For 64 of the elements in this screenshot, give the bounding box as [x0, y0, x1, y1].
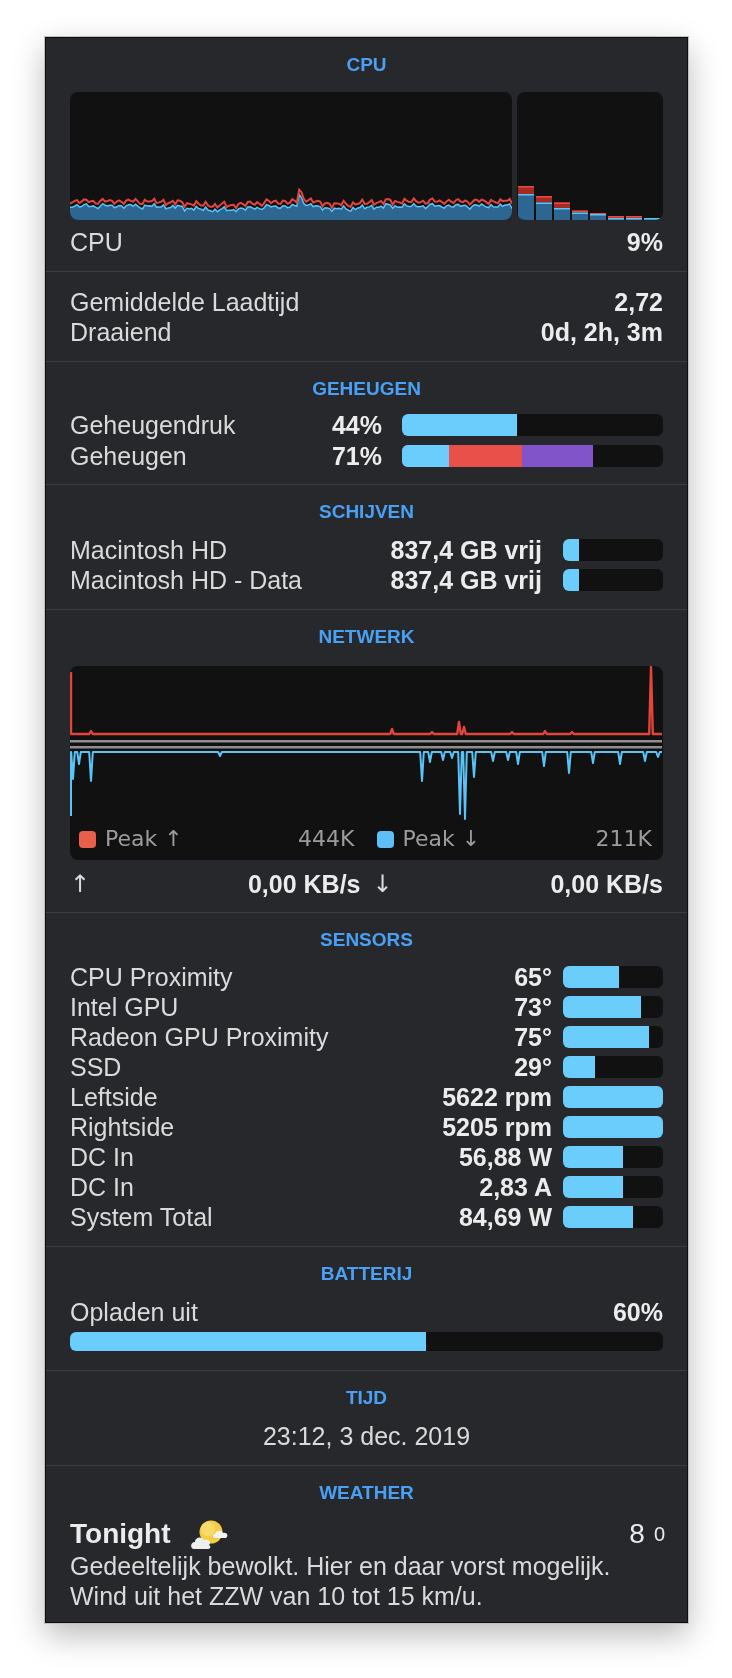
sensor-label: Leftside	[70, 1082, 159, 1112]
sensor-label: CPU Proximity	[70, 962, 234, 992]
section-title: WEATHER	[319, 1482, 414, 1504]
sensor-value: 5205 rpm	[442, 1112, 552, 1142]
section-title: NETWERK	[318, 626, 415, 648]
section-title: GEHEUGEN	[312, 378, 421, 400]
core-bar	[554, 202, 570, 220]
disk-value: 837,4 GB vrij	[390, 565, 542, 595]
memory-value: 71%	[331, 441, 382, 471]
sensor-value: 29°	[514, 1052, 552, 1082]
disk-label: Macintosh HD	[70, 535, 228, 565]
disk-label: Macintosh HD - Data	[70, 565, 304, 595]
section-title: SENSORS	[320, 929, 413, 951]
sensor-label: System Total	[70, 1202, 214, 1232]
stat-label: Gemiddelde Laadtijd	[70, 287, 300, 317]
section-title: BATTERIJ	[320, 1263, 413, 1285]
battery-value: 60%	[612, 1297, 663, 1327]
sensor-value: 2,83 A	[479, 1172, 552, 1202]
forecast-text: Wind uit het ZZW van 10 tot 15 km/u.	[70, 1581, 484, 1611]
sensor-label: Intel GPU	[70, 992, 180, 1022]
memory-value: 44%	[331, 410, 382, 440]
date-time: 23:12, 3 dec. 2019	[262, 1421, 471, 1451]
memory-label: Geheugen	[70, 441, 188, 471]
speed-arrow: ↑	[70, 869, 91, 899]
stat-value: 2,72	[614, 287, 663, 317]
core-bar	[572, 210, 588, 220]
sensor-value: 73°	[514, 992, 552, 1022]
legend-value: 211K	[595, 826, 652, 852]
legend-label: Peak ↑	[105, 826, 183, 852]
sensor-label: DC In	[70, 1172, 135, 1202]
stat-label: Draaiend	[70, 317, 172, 347]
temperature-suffix: 0	[653, 1522, 665, 1547]
speed-value: 0,00 KB/s	[247, 869, 361, 899]
legend-label: Peak ↓	[402, 826, 481, 852]
sensor-value: 65°	[514, 962, 552, 992]
speed-arrow: ↓	[372, 869, 393, 899]
sensor-label: Rightside	[70, 1112, 176, 1142]
sensor-value: 5622 rpm	[442, 1082, 552, 1112]
section-title: CPU	[346, 54, 387, 76]
forecast-text: Gedeeltelijk bewolkt. Hier en daar vorst mogelijk.	[70, 1551, 612, 1581]
core-bar	[626, 216, 642, 220]
core-bar	[518, 186, 534, 220]
speed-value: 0,00 KB/s	[550, 869, 663, 899]
sensor-label: DC In	[70, 1142, 135, 1172]
battery-label: Opladen uit	[70, 1297, 198, 1327]
stat-value: 0d, 2h, 3m	[540, 317, 663, 347]
core-bar	[590, 213, 606, 220]
disk-value: 837,4 GB vrij	[390, 535, 542, 565]
core-bar	[608, 216, 624, 220]
forecast-period: Tonight	[70, 1517, 171, 1551]
memory-label: Geheugendruk	[70, 410, 237, 440]
partly-cloudy-icon	[190, 1519, 229, 1549]
legend-value: 444K	[298, 826, 355, 852]
section-title: SCHIJVEN	[319, 501, 414, 523]
sensor-value: 84,69 W	[458, 1202, 552, 1232]
core-bar	[536, 196, 552, 220]
cpu-value: 9%	[626, 227, 663, 257]
cpu-label: CPU	[70, 227, 123, 257]
sensor-label: Radeon GPU Proximity	[70, 1022, 330, 1052]
temperature: 8	[629, 1517, 645, 1551]
sensor-label: SSD	[70, 1052, 123, 1082]
sensor-value: 56,88 W	[458, 1142, 552, 1172]
sensor-value: 75°	[514, 1022, 552, 1052]
section-title: TIJD	[345, 1387, 388, 1409]
